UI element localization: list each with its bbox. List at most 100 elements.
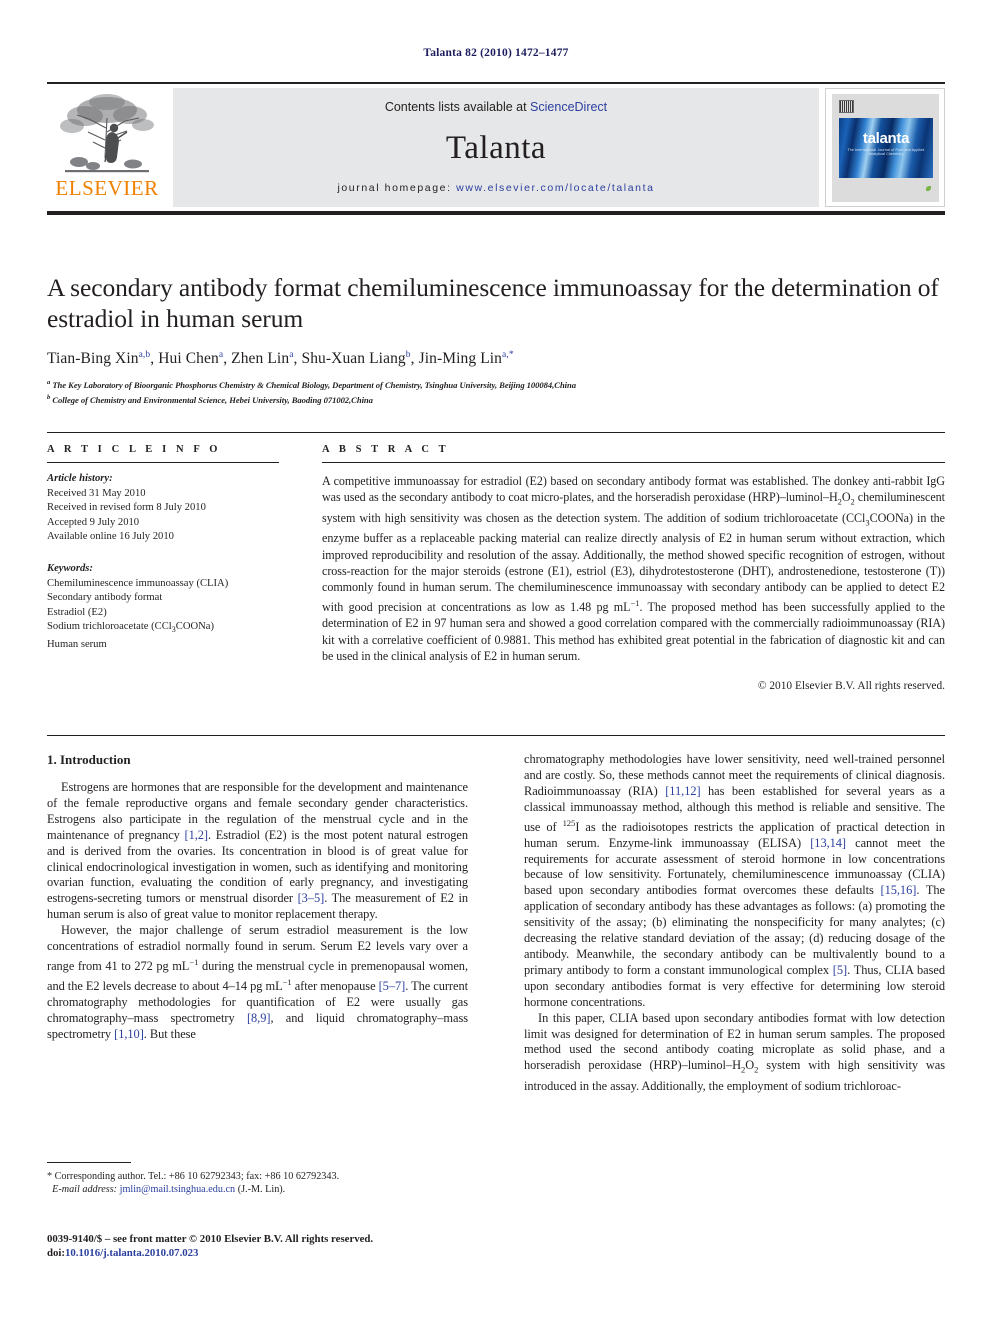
masthead-bottom-rule [47,210,945,215]
citation-link[interactable]: [3–5] [298,891,325,905]
corresponding-author-marker: a,* [502,350,514,360]
paragraph: However, the major challenge of serum es… [47,923,468,1041]
doi-prefix: doi: [47,1247,65,1260]
affiliation-item: b College of Chemistry and Environmental… [47,392,945,406]
article-history-block: Article history: Received 31 May 2010 Re… [47,472,279,545]
journal-homepage-line: journal homepage: www.elsevier.com/locat… [173,182,819,194]
author-affil-marker: a [218,350,224,360]
author-item: Jin-Ming Lina,* [419,350,514,367]
cover-publisher-mark [896,185,932,196]
cover-artwork-edge [936,118,944,178]
footnote-rule [47,1162,131,1163]
cover-subtitle: The International Journal of Pure and Ap… [847,147,925,156]
page-title: A secondary antibody format chemilumines… [47,273,939,333]
citation-link[interactable]: [13,14] [810,836,846,850]
elsevier-wordmark: ELSEVIER [55,175,159,200]
history-item: Accepted 9 July 2010 [47,516,140,528]
section-bottom-rule [47,735,945,736]
abstract-column: A B S T R A C T A competitive immunoassa… [322,444,945,692]
cover-barcode-icon [839,99,854,113]
doi-line: doi:10.1016/j.talanta.2010.07.023 [47,1246,507,1260]
journal-masthead: ELSEVIER Contents lists available at Sci… [47,82,945,215]
keyword-item: Estradiol (E2) [47,606,107,618]
article-body: 1. Introduction Estrogens are hormones t… [47,752,945,1222]
keyword-item: Chemiluminescence immunoassay (CLIA) [47,577,229,589]
citation-link[interactable]: [1,2] [185,828,209,842]
abstract-text: A competitive immunoassay for estradiol … [322,474,945,663]
cover-title: talanta [862,129,910,147]
masthead-grey-panel: Contents lists available at ScienceDirec… [173,87,819,207]
masthead-body: ELSEVIER Contents lists available at Sci… [47,84,945,211]
email-suffix: (J.-M. Lin). [237,1184,286,1196]
author-affil-marker: a [289,350,294,360]
author-list: Tian-Bing Xina,b, Hui Chena, Zhen Lina, … [47,350,514,368]
author-item: Hui Chena [158,350,223,367]
section-top-rule [47,432,945,433]
author-name: Shu-Xuan Liang [301,350,406,368]
body-left-column: 1. Introduction Estrogens are hormones t… [47,752,468,1043]
body-right-column: chromatography methodologies have lower … [524,752,945,1095]
cover-artwork: talanta The International Journal of Pur… [839,117,933,178]
paragraph: Estrogens are hormones that are responsi… [47,780,468,922]
affiliation-list: a The Key Laboratory of Bioorganic Phosp… [47,377,945,406]
elsevier-tree-icon [60,93,154,172]
author-name: Jin-Ming Lin [418,350,503,368]
citation-link[interactable]: [15,16] [881,883,917,897]
author-item: Tian-Bing Xina,b [47,350,150,367]
history-item: Available online 16 July 2010 [47,531,174,543]
journal-cover-thumbnail[interactable]: talanta The International Journal of Pur… [825,87,945,207]
corresponding-author-footnote: * Corresponding author. Tel.: +86 10 627… [47,1162,468,1197]
paragraph: chromatography methodologies have lower … [524,752,946,1009]
affiliation-marker: a [47,379,51,387]
journal-homepage-link[interactable]: www.elsevier.com/locate/talanta [456,182,654,194]
citation-link[interactable]: [11,12] [665,784,700,798]
author-name: Zhen Lin [231,350,290,368]
doi-link[interactable]: 10.1016/j.talanta.2010.07.023 [65,1247,198,1259]
email-label: E-mail address: [52,1184,118,1196]
introduction-heading: 1. Introduction [47,752,131,767]
author-item: Zhen Lina [231,350,293,367]
keyword-item: Secondary antibody format [47,592,163,604]
history-item: Received in revised form 8 July 2010 [47,502,206,514]
author-affil-marker: a,b [138,350,151,360]
author-affil-marker: b [405,350,411,360]
contents-available-line: Contents lists available at ScienceDirec… [173,100,819,114]
affiliation-marker: b [47,393,51,401]
email-line: E-mail address: jmlin@mail.tsinghua.edu.… [47,1183,468,1196]
imprint-block: 0039-9140/$ – see front matter © 2010 El… [47,1232,507,1260]
article-info-rule [47,462,279,463]
abstract-heading: A B S T R A C T [322,444,450,455]
citation-link[interactable]: [8,9] [247,1011,271,1025]
sciencedirect-link[interactable]: ScienceDirect [530,100,607,114]
leaf-icon [926,185,931,191]
citation-link[interactable]: [5] [833,963,847,977]
keywords-block: Keywords: Chemiluminescence immunoassay … [47,562,279,653]
abstract-rule [322,462,945,463]
affiliation-text: College of Chemistry and Environmental S… [52,394,373,405]
footnote-text: * Corresponding author. Tel.: +86 10 627… [47,1170,468,1197]
history-item: Received 31 May 2010 [47,487,146,499]
running-head: Talanta 82 (2010) 1472–1477 [423,47,569,59]
email-link[interactable]: jmlin@mail.tsinghua.edu.cn [120,1184,236,1195]
issn-line: 0039-9140/$ – see front matter © 2010 El… [47,1233,374,1245]
homepage-prefix: journal homepage: [337,181,457,194]
journal-title: Talanta [445,129,547,166]
title-block: A secondary antibody format chemilumines… [47,272,945,406]
keyword-item: Human serum [47,639,107,651]
citation-link[interactable]: [1,10] [114,1027,144,1041]
author-item: Shu-Xuan Liangb [301,350,410,367]
author-name: Tian-Bing Xin [47,350,139,368]
affiliation-item: a The Key Laboratory of Bioorganic Phosp… [47,377,945,391]
journal-article-page: Talanta 82 (2010) 1472–1477 ELSEVIER Con… [0,0,992,1323]
cover-inner: talanta The International Journal of Pur… [832,93,939,202]
corresponding-author-line: * Corresponding author. Tel.: +86 10 627… [47,1171,340,1182]
paragraph: In this paper, CLIA based upon secondary… [524,1010,945,1093]
article-info-column: A R T I C L E I N F O Article history: R… [47,444,279,653]
article-info-heading: A R T I C L E I N F O [47,444,222,455]
keyword-item: Sodium trichloroacetate (CCl3COONa) [47,621,214,635]
article-history-label: Article history: [47,473,113,484]
citation-link[interactable]: [5–7] [379,979,406,993]
elsevier-logo: ELSEVIER [47,87,167,207]
contents-prefix: Contents lists available at [384,99,531,114]
affiliation-text: The Key Laboratory of Bioorganic Phospho… [52,380,576,391]
